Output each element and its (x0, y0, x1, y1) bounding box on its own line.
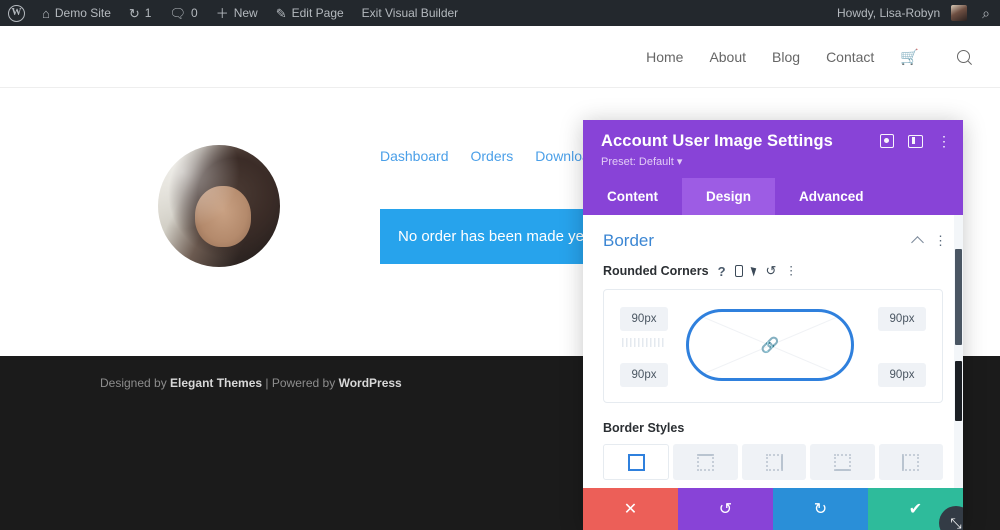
user-avatar (951, 5, 968, 21)
howdy-label: Howdy, Lisa-Robyn (837, 6, 941, 20)
admin-bar-search-button[interactable]: ⌕ (976, 5, 1000, 22)
section-title: Border (603, 231, 655, 250)
kebab-menu-icon[interactable]: ⋮ (785, 265, 797, 277)
nav-item-blog[interactable]: Blog (772, 49, 800, 65)
reset-icon[interactable]: ↺ (766, 263, 777, 279)
wp-admin-bar: ⌂ Demo Site ↻ 1 🗨 0 ＋ New ✎ Edit Page Ex… (0, 0, 1000, 26)
modal-scrollbar-thumb[interactable] (955, 249, 962, 345)
nav-item-about[interactable]: About (709, 49, 746, 65)
account-nav-dashboard[interactable]: Dashboard (380, 148, 449, 164)
admin-bar-site-name[interactable]: ⌂ Demo Site (33, 0, 120, 26)
hover-cursor-icon[interactable] (750, 265, 758, 277)
modal-scrollbar-thumb-secondary[interactable] (955, 361, 962, 421)
shopping-cart-icon[interactable]: 🛒 (900, 48, 919, 66)
admin-bar-exit-visual-builder[interactable]: Exit Visual Builder (353, 0, 468, 26)
responsive-mobile-icon[interactable] (734, 265, 743, 277)
site-header: Home About Blog Contact 🛒 (0, 26, 1000, 88)
pencil-icon: ✎ (275, 5, 287, 21)
help-icon[interactable]: ? (718, 264, 726, 279)
comments-icon: 🗨 (169, 5, 186, 21)
rounded-corners-label: Rounded Corners (603, 264, 709, 278)
comments-count: 0 (191, 6, 198, 20)
nav-item-home[interactable]: Home (646, 49, 683, 65)
admin-bar-wp-logo[interactable] (0, 0, 33, 26)
footer-credit: Designed by Elegant Themes | Powered by … (100, 376, 402, 390)
rounded-corners-label-row: Rounded Corners ? ↺ ⋮ (597, 261, 949, 289)
updates-icon: ↻ (128, 5, 140, 21)
edit-page-label: Edit Page (291, 6, 344, 20)
corner-input-bottom-right[interactable]: 90px (878, 363, 926, 387)
footer-credit-platform[interactable]: WordPress (339, 376, 402, 390)
border-style-all[interactable] (603, 444, 670, 480)
kebab-menu-icon[interactable]: ⋮ (937, 134, 951, 148)
modal-header-icons: ⋮ (880, 134, 951, 148)
new-label: New (233, 6, 258, 20)
undo-button[interactable]: ↺ (678, 488, 773, 530)
screen: ⌂ Demo Site ↻ 1 🗨 0 ＋ New ✎ Edit Page Ex… (0, 0, 1000, 530)
footer-credit-prefix: Designed by (100, 376, 171, 390)
preset-selector[interactable]: Preset: Default ▾ (601, 155, 947, 168)
corner-input-bottom-left[interactable]: 90px (620, 363, 668, 387)
tab-content[interactable]: Content (583, 178, 682, 215)
link-chain-icon[interactable]: 🔗 (761, 336, 780, 354)
rounded-corners-control: 90px 90px 90px 90px 🔗 (603, 289, 943, 403)
modal-action-bar: ✕ ↺ ↻ ✔ (583, 488, 963, 530)
border-styles-options (597, 444, 949, 480)
account-user-image (158, 145, 280, 267)
layout-panel-icon[interactable] (908, 134, 923, 148)
wordpress-logo-icon (8, 4, 25, 22)
admin-bar-edit-page[interactable]: ✎ Edit Page (267, 0, 353, 26)
module-settings-modal: Account User Image Settings Preset: Defa… (583, 120, 963, 530)
tab-advanced[interactable]: Advanced (775, 178, 888, 215)
account-nav-orders[interactable]: Orders (471, 148, 514, 164)
plus-icon: ＋ (215, 5, 229, 21)
section-controls: ⋮ (911, 234, 947, 249)
modal-body: Border ⋮ Rounded Corners ? ↺ ⋮ 90px 90px… (583, 215, 963, 488)
border-style-top[interactable] (673, 444, 738, 480)
chevron-up-icon[interactable] (911, 236, 924, 249)
nav-item-contact[interactable]: Contact (826, 49, 874, 65)
redo-button[interactable]: ↻ (773, 488, 868, 530)
admin-bar-right: Howdy, Lisa-Robyn ⌕ (828, 0, 1000, 26)
admin-bar-howdy[interactable]: Howdy, Lisa-Robyn (828, 0, 976, 26)
tab-design[interactable]: Design (682, 178, 776, 215)
modal-tabs: Content Design Advanced (583, 178, 963, 215)
search-icon: ⌕ (982, 4, 990, 21)
admin-bar-new[interactable]: ＋ New (207, 0, 267, 26)
primary-nav: Home About Blog Contact 🛒 (646, 47, 1000, 66)
footer-credit-brand[interactable]: Elegant Themes (170, 376, 262, 390)
modal-header: Account User Image Settings Preset: Defa… (583, 120, 963, 178)
updates-count: 1 (144, 6, 152, 20)
corner-input-top-right[interactable]: 90px (878, 307, 926, 331)
exit-visual-builder-label: Exit Visual Builder (361, 6, 459, 20)
site-name-label: Demo Site (54, 6, 111, 20)
search-icon[interactable] (954, 47, 973, 66)
admin-bar-updates[interactable]: ↻ 1 (120, 0, 161, 26)
border-style-bottom[interactable] (810, 444, 875, 480)
modal-scrollbar[interactable] (954, 215, 963, 488)
dashboard-icon: ⌂ (42, 5, 50, 21)
cancel-button[interactable]: ✕ (583, 488, 678, 530)
corner-input-top-left[interactable]: 90px (620, 307, 668, 331)
admin-bar-comments[interactable]: 🗨 0 (160, 0, 206, 26)
border-section-header: Border ⋮ (597, 215, 949, 261)
footer-credit-middle: | Powered by (262, 376, 339, 390)
corner-preview: 🔗 (686, 309, 854, 381)
kebab-menu-icon[interactable]: ⋮ (934, 234, 947, 247)
corner-range-slider[interactable] (622, 338, 666, 347)
border-styles-label: Border Styles (603, 421, 685, 435)
focus-target-icon[interactable] (880, 134, 894, 148)
border-style-right[interactable] (741, 444, 807, 480)
border-style-left[interactable] (878, 444, 944, 480)
order-notice-text: No order has been made yet. (398, 228, 593, 245)
